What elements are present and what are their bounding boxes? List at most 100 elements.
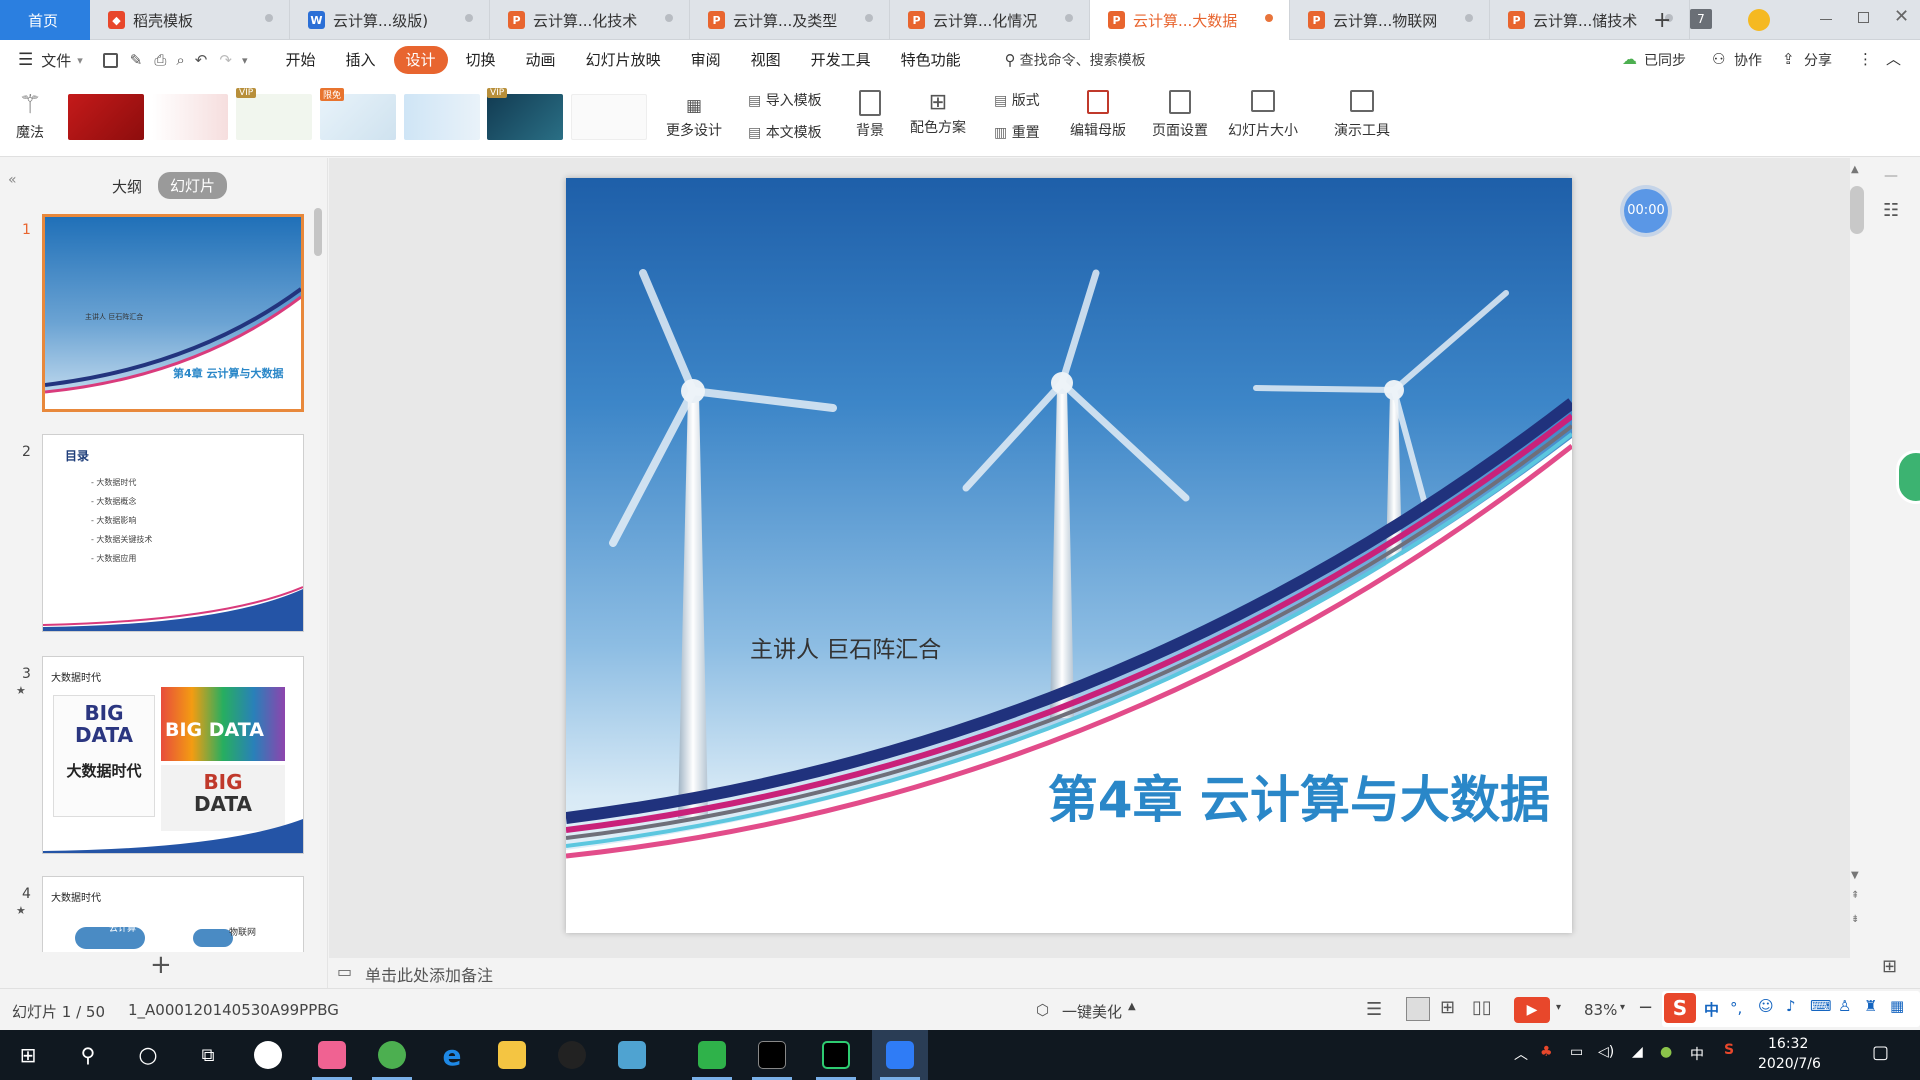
slide-size-button[interactable]: 幻灯片大小 [1220, 90, 1306, 140]
menu-tab[interactable]: 特色功能 [889, 46, 973, 74]
menu-tab[interactable]: 开发工具 [799, 46, 883, 74]
tab-close-icon[interactable] [465, 14, 473, 22]
tab-document[interactable]: W 云计算...级版) [290, 0, 490, 40]
normal-view-icon[interactable] [1406, 997, 1430, 1021]
menu-tab[interactable]: 开始 [273, 46, 327, 74]
recording-timer[interactable]: 00:00 [1624, 189, 1668, 233]
notes-placeholder[interactable]: 单击此处添加备注 [365, 962, 493, 986]
menu-tab[interactable]: 切换 [454, 46, 508, 74]
reading-view-icon[interactable]: ▯▯ [1472, 997, 1492, 1018]
scroll-up-icon[interactable]: ▲ [1851, 164, 1859, 175]
add-slide-icon[interactable]: + [150, 950, 172, 980]
template-thumb-4[interactable]: 限免 [320, 88, 396, 140]
layout-button[interactable]: ▤ 版式 [994, 90, 1040, 110]
slide-thumb-1[interactable]: 主讲人 巨石阵汇合 第4章 云计算与大数据 [42, 214, 304, 412]
hamburger-icon[interactable]: ☰ [18, 50, 33, 70]
tab-document[interactable]: P 云计算...化情况 [890, 0, 1090, 40]
battery-icon[interactable]: ▭ [1570, 1044, 1583, 1060]
tab-count-badge[interactable]: 7 [1690, 9, 1712, 29]
undo-icon[interactable]: ↶ [195, 51, 208, 69]
clock-date[interactable]: 2020/7/6 [1758, 1056, 1821, 1072]
template-thumb-6[interactable]: VIP [487, 88, 563, 140]
clock-time[interactable]: 16:32 [1768, 1036, 1808, 1052]
collapse-panel-icon[interactable]: « [8, 172, 17, 188]
tab-document[interactable]: P 云计算...大数据 [1090, 0, 1290, 40]
edit-master-button[interactable]: 编辑母版 [1066, 90, 1130, 140]
slide-thumb-2[interactable]: 目录 - 大数据时代 - 大数据概念 - 大数据影响 - 大数据关键技术 - 大数据应用 [42, 434, 304, 632]
presenter-text[interactable]: 主讲人 巨石阵汇合 [750, 630, 941, 664]
volume-icon[interactable]: ◁) [1598, 1044, 1614, 1060]
tab-close-icon[interactable] [1465, 14, 1473, 22]
page-setup-button[interactable]: 页面设置 [1148, 90, 1212, 140]
tab-document[interactable]: P 云计算...物联网 [1290, 0, 1490, 40]
taskbar-app-7[interactable] [604, 1030, 660, 1080]
taskbar-app-10[interactable] [808, 1030, 864, 1080]
network-icon[interactable]: ◢ [1632, 1044, 1643, 1060]
more-design-button[interactable]: ▦ 更多设计 [660, 96, 728, 140]
color-scheme-button[interactable]: ⊞ 配色方案 [904, 90, 972, 137]
slides-tab[interactable]: 幻灯片 [158, 172, 228, 199]
reset-button[interactable]: ▥ 重置 [994, 122, 1040, 142]
zoom-out-icon[interactable]: − [1638, 997, 1653, 1018]
taskbar-app-9[interactable] [744, 1030, 800, 1080]
more-options-icon[interactable]: ⋮ [1858, 50, 1873, 68]
cortana-button[interactable]: ○ [120, 1030, 176, 1080]
task-view-button[interactable]: ⧉ [180, 1030, 236, 1080]
tab-document[interactable]: P 云计算...化技术 [490, 0, 690, 40]
tab-home[interactable]: 首页 [0, 0, 90, 40]
template-thumb-7[interactable] [571, 94, 647, 140]
tab-close-icon[interactable] [1265, 14, 1273, 22]
background-button[interactable]: 背景 [850, 90, 890, 140]
slide-thumb-4[interactable]: 大数据时代 云计算 物联网 [42, 876, 304, 952]
taskbar-app-8[interactable] [684, 1030, 740, 1080]
menu-tab[interactable]: 幻灯片放映 [574, 46, 673, 74]
tab-document[interactable]: ◆ 稻壳模板 [90, 0, 290, 40]
properties-icon[interactable]: ☷ [1883, 200, 1899, 221]
play-dropdown-icon[interactable]: ▾ [1556, 1002, 1561, 1013]
canvas-vscrollbar[interactable] [1850, 158, 1870, 958]
mic-icon[interactable]: ♪ [1786, 997, 1796, 1015]
template-thumb-3[interactable]: VIP [236, 88, 312, 140]
text-template-button[interactable]: ▤ 本文模板 [748, 122, 822, 142]
taskbar-app-11[interactable] [872, 1030, 928, 1080]
template-thumb-5[interactable] [404, 94, 480, 140]
slide-title[interactable]: 第4章 云计算与大数据 [1048, 760, 1550, 832]
menu-tab[interactable]: 动画 [514, 46, 568, 74]
menu-tab[interactable]: 审阅 [679, 46, 733, 74]
side-float-button[interactable] [1896, 450, 1920, 504]
tray-lang[interactable]: 中 [1690, 1044, 1704, 1064]
ime-menu-icon[interactable]: ▦ [1890, 997, 1904, 1015]
ime-user-icon[interactable]: ♙ [1838, 997, 1851, 1015]
tab-close-icon[interactable] [265, 14, 273, 22]
template-thumb-2[interactable] [152, 94, 228, 140]
slide-thumb-3[interactable]: 大数据时代 BIG DATA 大数据时代 BIG DATA BIG DATA [42, 656, 304, 854]
vscroll-thumb[interactable] [1850, 186, 1864, 234]
sorter-view-icon[interactable]: ⊞ [1440, 997, 1455, 1018]
template-thumb-1[interactable] [68, 94, 144, 140]
start-button[interactable]: ⊞ [0, 1030, 56, 1080]
user-avatar[interactable] [1748, 9, 1770, 31]
play-slideshow-button[interactable]: ▶ [1514, 997, 1550, 1023]
notification-icon[interactable]: ▢ [1872, 1042, 1889, 1063]
zoom-level[interactable]: 83% [1584, 1001, 1617, 1019]
taskbar-app-5[interactable] [484, 1030, 540, 1080]
slide-main[interactable]: 主讲人 巨石阵汇合 第4章 云计算与大数据 [566, 178, 1572, 933]
collapse-ribbon-icon[interactable]: ︿ [1886, 48, 1901, 69]
search-button[interactable]: ⚲ [60, 1030, 116, 1080]
ime-lang[interactable]: 中 [1704, 999, 1719, 1020]
import-template-button[interactable]: ▤ 导入模板 [748, 90, 822, 110]
tray-sogou-icon[interactable]: S [1724, 1042, 1734, 1058]
next-slide-icon[interactable]: ⇟ [1851, 914, 1859, 925]
taskbar-app-3[interactable] [364, 1030, 420, 1080]
quick-access-dropdown-icon[interactable]: ▾ [242, 54, 248, 67]
menu-tab[interactable]: 设计 [393, 46, 448, 74]
print-icon[interactable]: ⎙ [154, 51, 166, 69]
collab-button[interactable]: 协作 [1734, 50, 1762, 70]
notes-bar[interactable]: ▭ 单击此处添加备注 [329, 958, 1850, 988]
taskbar-app-6[interactable] [544, 1030, 600, 1080]
panel-scrollbar[interactable] [314, 208, 322, 256]
magic-button[interactable]: ⚚ 魔法 [12, 90, 48, 142]
emoji-icon[interactable]: ☺ [1758, 997, 1774, 1015]
tab-close-icon[interactable] [1065, 14, 1073, 22]
new-tab-button[interactable]: + [1653, 8, 1671, 33]
